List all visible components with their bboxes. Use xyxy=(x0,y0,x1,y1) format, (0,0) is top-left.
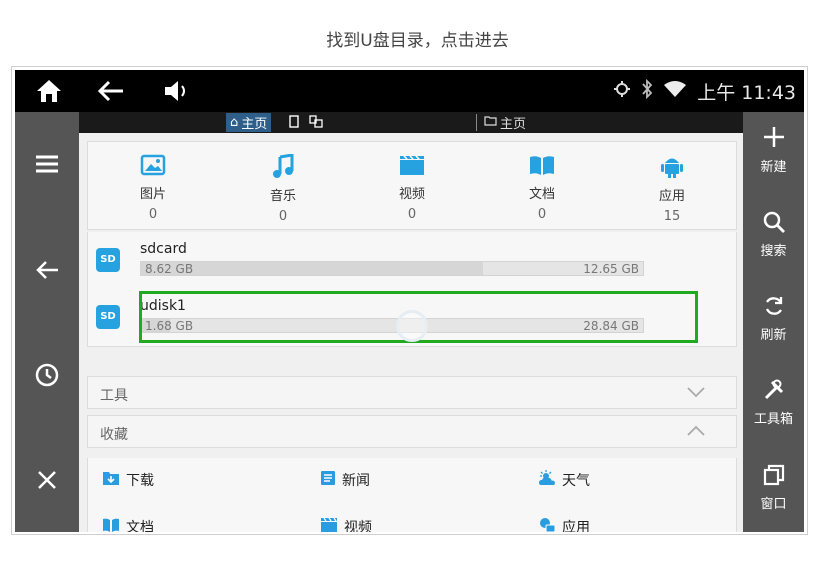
close-icon[interactable] xyxy=(31,464,63,496)
storage-name: sdcard xyxy=(140,241,187,257)
window-icon xyxy=(762,464,786,491)
favorite-label: 视频 xyxy=(344,520,372,532)
tab-divider xyxy=(476,114,477,131)
category-panel: 图片 0 音乐 0 视频 0 文档 0 应用 15 xyxy=(87,141,737,230)
storage-total: 12.65 GB xyxy=(583,262,639,276)
category-music[interactable]: 音乐 0 xyxy=(243,153,323,224)
tools-section-header[interactable]: 工具 xyxy=(87,376,737,409)
single-pane-icon[interactable] xyxy=(289,115,299,132)
category-apps[interactable]: 应用 15 xyxy=(632,154,712,224)
status-bar: 上午 11:43 xyxy=(15,70,804,112)
tab-home-secondary-label: 主页 xyxy=(500,117,527,132)
favorite-label: 天气 xyxy=(562,473,590,489)
category-label: 文档 xyxy=(528,187,555,202)
favorite-downloads[interactable]: 下载 xyxy=(102,470,154,490)
favorite-label: 新闻 xyxy=(342,473,370,489)
video-icon xyxy=(320,517,338,532)
caption-text: 找到U盘目录，点击进去 xyxy=(326,31,509,51)
back-icon[interactable] xyxy=(31,254,63,286)
tools-section-title: 工具 xyxy=(100,388,128,404)
menu-icon[interactable] xyxy=(31,148,63,180)
category-pictures[interactable]: 图片 0 xyxy=(113,154,193,222)
document-icon xyxy=(529,156,555,180)
favorite-label: 文档 xyxy=(126,520,154,532)
bluetooth-icon xyxy=(641,78,653,104)
sd-card-icon: SD xyxy=(96,305,120,329)
weather-icon xyxy=(538,470,556,490)
sd-card-icon: SD xyxy=(96,248,120,272)
category-label: 音乐 xyxy=(269,189,296,204)
file-manager-main: ⌂ 主页 主页 图片 0 音乐 0 视频 0 文档 0 应用 15 SD sdc… xyxy=(79,112,743,532)
right-rail: 新建 搜索 刷新 工具箱 窗口 xyxy=(743,112,804,532)
news-icon xyxy=(320,470,336,490)
toolbox-icon xyxy=(762,379,786,406)
category-count: 15 xyxy=(663,209,681,224)
favorites-grid: 下载 新闻 天气 文档 视频 应用 xyxy=(87,458,737,532)
favorites-section-header[interactable]: 收藏 xyxy=(87,415,737,448)
favorite-videos[interactable]: 视频 xyxy=(320,517,372,532)
storage-used: 8.62 GB xyxy=(145,262,194,276)
history-icon[interactable] xyxy=(31,359,63,391)
download-folder-icon xyxy=(102,470,120,490)
favorite-label: 下载 xyxy=(126,473,154,489)
category-count: 0 xyxy=(278,209,288,224)
storage-usage-bar: 8.62 GB 12.65 GB xyxy=(140,261,644,276)
book-icon xyxy=(102,517,120,532)
folder-outline-icon xyxy=(484,115,497,130)
tab-bar: ⌂ 主页 主页 xyxy=(79,112,743,133)
search-button-label: 搜索 xyxy=(760,244,787,259)
storage-item-sdcard[interactable]: SD sdcard 8.62 GB 12.65 GB xyxy=(96,241,694,276)
loading-spinner xyxy=(396,310,428,342)
category-count: 0 xyxy=(407,207,417,222)
plus-icon xyxy=(761,127,787,154)
favorites-section-title: 收藏 xyxy=(100,427,128,443)
search-icon xyxy=(762,211,786,238)
window-button[interactable]: 窗口 xyxy=(743,463,804,512)
favorite-news[interactable]: 新闻 xyxy=(320,470,370,490)
refresh-button-label: 刷新 xyxy=(760,328,787,343)
favorite-label: 应用 xyxy=(562,520,590,532)
video-icon xyxy=(399,155,425,180)
new-button[interactable]: 新建 xyxy=(743,124,804,175)
picture-icon xyxy=(140,154,166,180)
home-icon[interactable] xyxy=(33,76,65,106)
refresh-icon xyxy=(762,297,786,322)
tab-home-secondary[interactable]: 主页 xyxy=(484,113,526,132)
status-tray: 上午 11:43 xyxy=(613,78,796,104)
volume-icon[interactable] xyxy=(161,76,193,106)
refresh-button[interactable]: 刷新 xyxy=(743,294,804,343)
chevron-up-icon xyxy=(686,424,706,438)
screenshot-frame: 上午 11:43 ⌂ 主页 主页 图片 0 音乐 0 视频 0 文档 0 应用 … xyxy=(11,66,808,535)
device-screen: 上午 11:43 ⌂ 主页 主页 图片 0 音乐 0 视频 0 文档 0 应用 … xyxy=(15,70,804,532)
apps-icon xyxy=(538,517,556,532)
favorite-weather[interactable]: 天气 xyxy=(538,470,590,490)
tab-home-label: 主页 xyxy=(241,117,268,132)
category-count: 0 xyxy=(537,207,547,222)
toolbox-button[interactable]: 工具箱 xyxy=(743,378,804,427)
wifi-icon xyxy=(663,80,687,103)
category-videos[interactable]: 视频 0 xyxy=(372,154,452,222)
dual-pane-icon[interactable] xyxy=(309,115,323,132)
favorite-documents[interactable]: 文档 xyxy=(102,517,154,532)
location-icon xyxy=(613,80,631,103)
search-button[interactable]: 搜索 xyxy=(743,210,804,259)
home-outline-icon: ⌂ xyxy=(230,115,239,130)
tab-home-active[interactable]: ⌂ 主页 xyxy=(226,113,272,132)
category-documents[interactable]: 文档 0 xyxy=(502,154,582,222)
android-icon xyxy=(661,158,683,182)
chevron-down-icon xyxy=(686,385,706,399)
new-button-label: 新建 xyxy=(760,160,787,175)
category-label: 视频 xyxy=(398,187,425,202)
category-count: 0 xyxy=(148,207,158,222)
category-label: 图片 xyxy=(139,187,166,202)
favorite-apps[interactable]: 应用 xyxy=(538,517,590,532)
music-icon xyxy=(272,153,294,182)
category-label: 应用 xyxy=(658,189,685,204)
toolbox-button-label: 工具箱 xyxy=(753,412,793,427)
window-button-label: 窗口 xyxy=(760,497,787,512)
clock-time: 上午 11:43 xyxy=(697,81,796,104)
tab-mode-icons xyxy=(289,115,323,132)
left-rail xyxy=(15,112,79,532)
back-arrow-icon[interactable] xyxy=(95,76,127,106)
